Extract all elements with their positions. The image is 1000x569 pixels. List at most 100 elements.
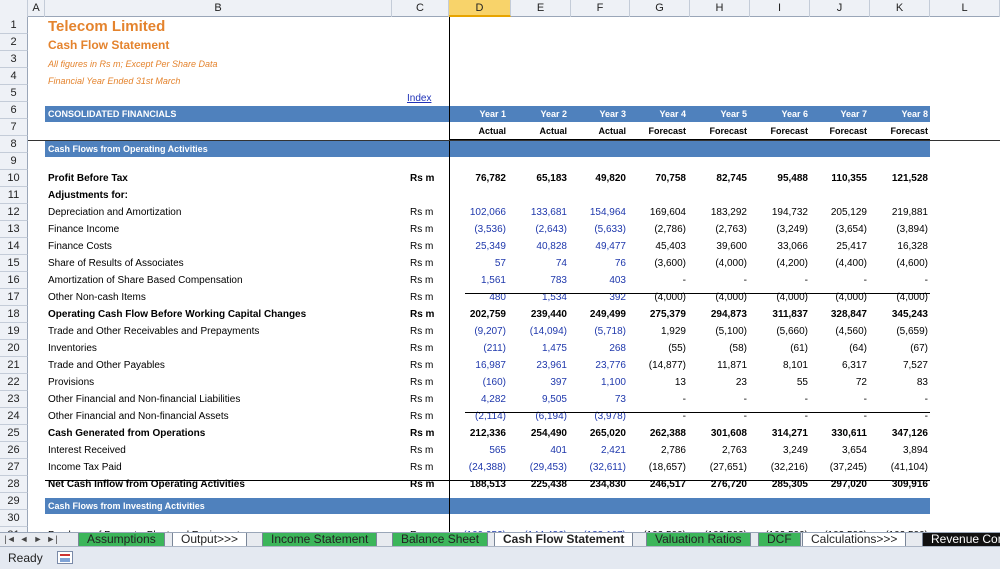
value-cell[interactable]: 65,183 (505, 170, 567, 187)
period-type-header[interactable]: Forecast (687, 123, 747, 140)
value-cell[interactable]: 194,732 (746, 204, 808, 221)
investing-section-title[interactable]: Cash Flows from Investing Activities (48, 498, 205, 515)
company-title[interactable]: Telecom Limited (48, 17, 165, 35)
value-cell[interactable]: 202,759 (444, 306, 506, 323)
macro-record-icon[interactable] (57, 551, 73, 564)
value-cell[interactable]: 83 (866, 374, 928, 391)
value-cell[interactable]: 246,517 (624, 476, 686, 493)
column-header-h[interactable]: H (690, 0, 750, 17)
row-unit[interactable]: Rs m (410, 204, 433, 221)
value-cell[interactable]: - (685, 408, 747, 425)
row-unit[interactable]: Rs m (410, 340, 433, 357)
value-cell[interactable]: 1,534 (505, 289, 567, 306)
value-cell[interactable]: 397 (505, 374, 567, 391)
row-unit[interactable]: Rs m (410, 459, 433, 476)
value-cell[interactable]: 121,528 (866, 170, 928, 187)
year-header[interactable]: Year 2 (507, 106, 567, 123)
value-cell[interactable]: (3,654) (805, 221, 867, 238)
row-header-11[interactable]: 11 (0, 187, 28, 204)
row-unit[interactable]: Rs m (410, 306, 434, 323)
value-cell[interactable]: 16,328 (866, 238, 928, 255)
value-cell[interactable]: 4,282 (444, 391, 506, 408)
sheet-tab-valuation-ratios[interactable]: Valuation Ratios (646, 533, 751, 547)
value-cell[interactable]: (4,400) (805, 255, 867, 272)
row-header-24[interactable]: 24 (0, 408, 28, 425)
value-cell[interactable] (866, 187, 928, 204)
row-unit[interactable]: Rs m (410, 425, 434, 442)
value-cell[interactable]: 254,490 (505, 425, 567, 442)
period-type-header[interactable]: Forecast (807, 123, 867, 140)
row-header-10[interactable]: 10 (0, 170, 28, 187)
value-cell[interactable]: 3,249 (746, 442, 808, 459)
period-type-header[interactable]: Forecast (626, 123, 686, 140)
row-unit[interactable]: Rs m (410, 374, 433, 391)
row-header-21[interactable]: 21 (0, 357, 28, 374)
value-cell[interactable]: 783 (505, 272, 567, 289)
period-type-header[interactable]: Forecast (748, 123, 808, 140)
value-cell[interactable]: 133,681 (505, 204, 567, 221)
column-header-d[interactable]: D (449, 0, 511, 17)
value-cell[interactable]: (18,657) (624, 459, 686, 476)
value-cell[interactable]: 301,608 (685, 425, 747, 442)
year-header[interactable]: Year 5 (687, 106, 747, 123)
row-unit[interactable]: Rs m (410, 357, 433, 374)
sheet-tab-cash-flow-statement[interactable]: Cash Flow Statement (494, 533, 634, 547)
value-cell[interactable] (746, 187, 808, 204)
row-unit[interactable]: Rs m (410, 255, 433, 272)
value-cell[interactable]: 154,964 (564, 204, 626, 221)
value-cell[interactable]: (24,388) (444, 459, 506, 476)
row-unit[interactable]: Rs m (410, 289, 433, 306)
next-sheet-icon[interactable]: ► (32, 533, 44, 547)
row-unit[interactable]: Rs m (410, 238, 433, 255)
value-cell[interactable]: 23 (685, 374, 747, 391)
value-cell[interactable]: 2,763 (685, 442, 747, 459)
value-cell[interactable]: 3,654 (805, 442, 867, 459)
row-unit[interactable]: Rs m (410, 272, 433, 289)
value-cell[interactable]: (5,100) (685, 323, 747, 340)
sheet-tab-output[interactable]: Output>>> (172, 533, 248, 547)
value-cell[interactable]: (3,249) (746, 221, 808, 238)
value-cell[interactable]: 23,961 (505, 357, 567, 374)
index-link[interactable]: Index (407, 90, 431, 107)
year-note[interactable]: Financial Year Ended 31st March (48, 73, 180, 90)
row-label[interactable]: Inventories (48, 340, 97, 357)
value-cell[interactable]: 76 (564, 255, 626, 272)
value-cell[interactable]: (4,200) (746, 255, 808, 272)
value-cell[interactable]: (64) (805, 340, 867, 357)
value-cell[interactable]: (27,651) (685, 459, 747, 476)
row-label[interactable]: Trade and Other Receivables and Prepayme… (48, 323, 259, 340)
row-header-6[interactable]: 6 (0, 102, 28, 119)
value-cell[interactable]: (211) (444, 340, 506, 357)
value-cell[interactable] (444, 187, 506, 204)
value-cell[interactable]: (58) (685, 340, 747, 357)
value-cell[interactable]: 102,066 (444, 204, 506, 221)
value-cell[interactable]: - (866, 391, 928, 408)
row-unit[interactable]: Rs m (410, 323, 433, 340)
column-header-f[interactable]: F (571, 0, 630, 17)
value-cell[interactable]: 11,871 (685, 357, 747, 374)
value-cell[interactable]: 16,987 (444, 357, 506, 374)
value-cell[interactable]: (32,216) (746, 459, 808, 476)
value-cell[interactable]: 330,611 (805, 425, 867, 442)
row-label[interactable]: Adjustments for: (48, 187, 128, 204)
row-header-1[interactable]: 1 (0, 17, 28, 34)
value-cell[interactable]: 7,527 (866, 357, 928, 374)
value-cell[interactable]: 225,438 (505, 476, 567, 493)
column-header-a[interactable]: A (28, 0, 45, 17)
value-cell[interactable]: (5,718) (564, 323, 626, 340)
value-cell[interactable]: (5,633) (564, 221, 626, 238)
value-cell[interactable]: (55) (624, 340, 686, 357)
value-cell[interactable]: 25,349 (444, 238, 506, 255)
value-cell[interactable]: 3,894 (866, 442, 928, 459)
year-header[interactable]: Year 3 (566, 106, 626, 123)
row-header-19[interactable]: 19 (0, 323, 28, 340)
row-header-12[interactable]: 12 (0, 204, 28, 221)
value-cell[interactable]: (3,978) (564, 408, 626, 425)
row-header-5[interactable]: 5 (0, 85, 28, 102)
column-header-c[interactable]: C (392, 0, 449, 17)
row-header-13[interactable]: 13 (0, 221, 28, 238)
row-header-8[interactable]: 8 (0, 136, 28, 153)
value-cell[interactable]: 39,600 (685, 238, 747, 255)
row-header-29[interactable]: 29 (0, 493, 28, 510)
sheet-tab-revenue-con[interactable]: Revenue Con (922, 533, 1000, 547)
